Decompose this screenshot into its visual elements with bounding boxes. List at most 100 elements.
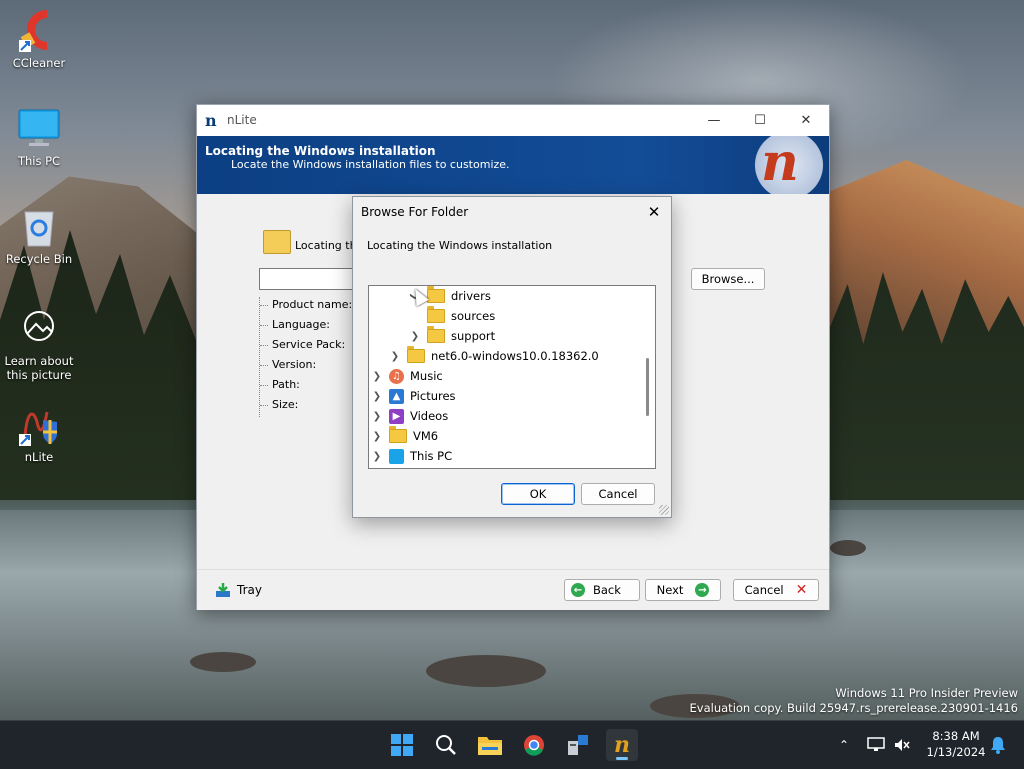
tree-item-vm6[interactable]: ❯ VM6 bbox=[371, 426, 438, 446]
info-size: Size: bbox=[260, 397, 352, 417]
tree-item-net6[interactable]: ❯ net6.0-windows10.0.18362.0 bbox=[389, 346, 599, 366]
resize-grip[interactable] bbox=[659, 505, 669, 515]
search-button[interactable] bbox=[430, 729, 462, 761]
folder-tree[interactable]: ❯ drivers sources ❯ support ❯ net6.0-win… bbox=[368, 285, 656, 469]
folder-icon bbox=[389, 426, 407, 443]
folder-icon bbox=[427, 326, 445, 343]
nlite-shield-icon bbox=[17, 402, 61, 446]
desktop-icon-ccleaner[interactable]: CCleaner bbox=[1, 8, 77, 70]
chevron-right-icon[interactable]: ❯ bbox=[371, 431, 383, 442]
banner-heading: Locating the Windows installation bbox=[205, 144, 436, 158]
desktop-icon-learn-about-picture[interactable]: Learn about this picture bbox=[1, 306, 77, 382]
tree-item-sources[interactable]: sources bbox=[409, 306, 495, 326]
minimize-icon: — bbox=[707, 113, 721, 128]
pictures-icon: ▲ bbox=[389, 388, 404, 404]
tray-icon bbox=[216, 583, 230, 597]
desktop-icon-recycle-bin[interactable]: Recycle Bin bbox=[1, 204, 77, 266]
dialog-description: Locating the Windows installation bbox=[367, 239, 553, 252]
ok-button[interactable]: OK bbox=[501, 483, 575, 505]
chevron-right-icon[interactable]: ❯ bbox=[371, 391, 383, 402]
desktop-icon-label: Recycle Bin bbox=[5, 252, 73, 266]
tree-item-label: Pictures bbox=[410, 389, 456, 403]
learn-picture-icon bbox=[17, 306, 61, 350]
desktop-icon-this-pc[interactable]: This PC bbox=[1, 106, 77, 168]
clock-date[interactable]: 1/13/2024 bbox=[920, 745, 992, 759]
monitor-icon bbox=[17, 106, 61, 150]
nlite-logo: n bbox=[735, 132, 825, 194]
tree-item-label: sources bbox=[451, 309, 496, 323]
chevron-right-icon[interactable]: ❯ bbox=[409, 331, 421, 342]
tree-item-pictures[interactable]: ❯ ▲ Pictures bbox=[371, 386, 456, 406]
tree-item-label: VM6 bbox=[413, 429, 439, 443]
back-arrow-icon: ← bbox=[571, 583, 585, 597]
open-folder-icon bbox=[263, 230, 291, 254]
tree-item-label: net6.0-windows10.0.18362.0 bbox=[431, 349, 599, 363]
browse-for-folder-dialog: Browse For Folder ✕ Locating the Windows… bbox=[352, 196, 672, 518]
volume-button[interactable] bbox=[888, 729, 916, 761]
start-button[interactable] bbox=[386, 729, 418, 761]
info-version: Version: bbox=[260, 357, 352, 377]
chevron-up-icon: ⌃ bbox=[838, 738, 850, 752]
info-path: Path: bbox=[260, 377, 352, 397]
desktop-icon-label: This PC bbox=[17, 154, 61, 168]
chrome-icon bbox=[524, 735, 544, 756]
nlite-titlebar[interactable]: n nLite — ☐ ✕ bbox=[197, 105, 829, 136]
tree-item-music[interactable]: ❯ ♫ Music bbox=[371, 366, 443, 386]
dialog-cancel-label: Cancel bbox=[598, 487, 638, 501]
tree-item-this-pc[interactable]: ❯ This PC bbox=[371, 446, 452, 466]
banner-subheading: Locate the Windows installation files to… bbox=[231, 158, 510, 171]
network-manager-button[interactable] bbox=[562, 729, 594, 761]
chrome-button[interactable] bbox=[518, 729, 550, 761]
search-icon bbox=[436, 735, 456, 755]
next-arrow-icon: → bbox=[695, 583, 710, 597]
dialog-close-button[interactable]: ✕ bbox=[643, 201, 665, 223]
chevron-right-icon[interactable]: ❯ bbox=[389, 351, 401, 362]
info-product-name: Product name: bbox=[260, 297, 352, 317]
tree-item-support[interactable]: ❯ support bbox=[409, 326, 495, 346]
wallpaper-rock bbox=[190, 652, 256, 672]
tree-item-videos[interactable]: ❯ ▶ Videos bbox=[371, 406, 448, 426]
clock-time[interactable]: 8:38 AM bbox=[920, 729, 992, 743]
tray-button[interactable]: Tray bbox=[215, 582, 262, 598]
browse-button[interactable]: Browse... bbox=[691, 268, 765, 290]
cancel-x-icon: ✕ bbox=[795, 582, 808, 598]
dialog-cancel-button[interactable]: Cancel bbox=[581, 483, 655, 505]
windows-logo-icon bbox=[391, 734, 413, 756]
minimize-button[interactable]: — bbox=[691, 105, 737, 136]
nlite-app-icon: n bbox=[205, 111, 217, 130]
chevron-right-icon[interactable]: ❯ bbox=[371, 371, 383, 382]
file-explorer-button[interactable] bbox=[474, 729, 506, 761]
dialog-title: Browse For Folder bbox=[361, 205, 469, 219]
nlite-taskbar-button[interactable]: n bbox=[606, 729, 638, 761]
desktop-icon-nlite[interactable]: nLite bbox=[1, 402, 77, 464]
back-button[interactable]: ← Back bbox=[564, 579, 640, 601]
next-button[interactable]: Next → bbox=[645, 579, 721, 601]
cancel-button-label: Cancel bbox=[744, 583, 784, 597]
desktop-icon-label: CCleaner bbox=[12, 56, 66, 70]
wizard-banner: Locating the Windows installation Locate… bbox=[197, 132, 829, 194]
info-language: Language: bbox=[260, 317, 352, 337]
taskbar: n ⌃ 8:38 AM 1/13/2024 bbox=[0, 720, 1024, 769]
tree-scrollbar-thumb[interactable] bbox=[646, 358, 649, 416]
chevron-right-icon[interactable]: ❯ bbox=[371, 451, 383, 462]
desktop-icon-label: Learn about this picture bbox=[4, 354, 74, 382]
watermark-line-2: Evaluation copy. Build 25947.rs_prerelea… bbox=[689, 701, 1018, 715]
wallpaper-rock bbox=[426, 655, 546, 687]
browse-button-label: Browse... bbox=[701, 272, 755, 286]
maximize-icon: ☐ bbox=[754, 113, 766, 128]
chevron-right-icon[interactable]: ❯ bbox=[371, 411, 383, 422]
wizard-footer: Tray ← Back Next → Cancel ✕ bbox=[197, 569, 829, 610]
notifications-button[interactable] bbox=[984, 729, 1012, 761]
recycle-bin-icon bbox=[17, 204, 61, 248]
network-config-icon bbox=[568, 735, 588, 755]
folder-icon bbox=[427, 286, 445, 303]
folder-icon bbox=[427, 306, 445, 323]
back-button-label: Back bbox=[593, 583, 621, 597]
tree-item-label: Music bbox=[410, 369, 443, 383]
network-status-button[interactable] bbox=[862, 729, 890, 761]
nlite-taskbar-icon: n bbox=[614, 732, 630, 758]
show-hidden-icons-button[interactable]: ⌃ bbox=[830, 729, 858, 761]
volume-muted-icon bbox=[895, 739, 910, 751]
info-service-pack: Service Pack: bbox=[260, 337, 352, 357]
cancel-button[interactable]: Cancel ✕ bbox=[733, 579, 819, 601]
